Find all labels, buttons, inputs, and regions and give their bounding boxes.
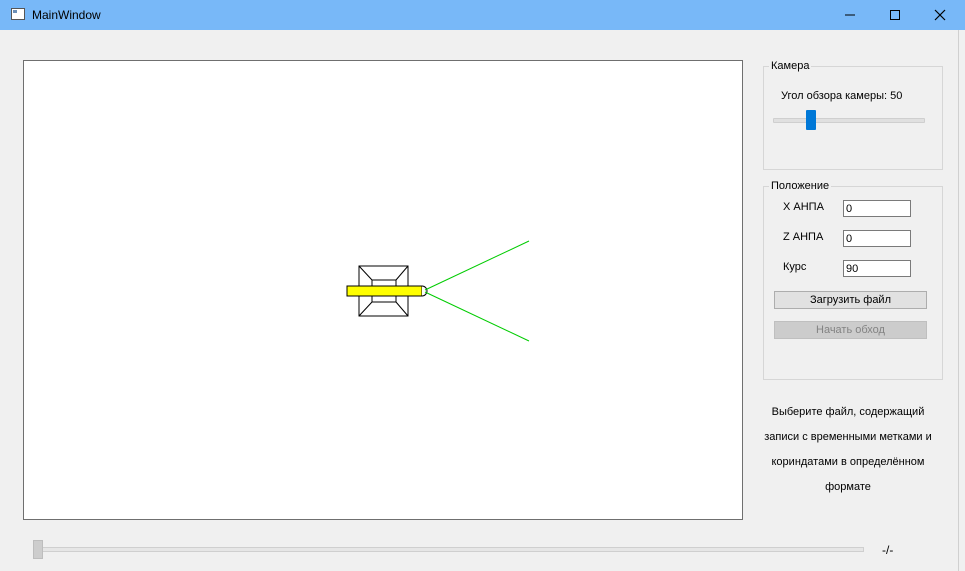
close-icon [934, 9, 946, 21]
fov-slider[interactable] [773, 118, 925, 123]
hint-line: Выберите файл, содержащий [771, 406, 925, 418]
course-label: Курс [783, 261, 807, 273]
z-input[interactable]: 0 [843, 230, 911, 247]
timeline-slider-handle[interactable] [33, 540, 43, 559]
maximize-icon [890, 10, 900, 20]
hint-line: записи с временными метками и [764, 431, 932, 443]
hint-line: кориндатами в определённом [771, 456, 925, 468]
x-input[interactable]: 0 [843, 200, 911, 217]
timeline-slider[interactable] [35, 547, 864, 552]
maximize-button[interactable] [872, 0, 918, 30]
fov-label: Угол обзора камеры: 50 [781, 90, 903, 102]
fov-slider-handle[interactable] [806, 110, 816, 130]
window-title: MainWindow [32, 8, 101, 22]
scene-drawing [346, 240, 530, 342]
position-group-title: Положение [769, 180, 832, 192]
timeline-label: -/- [882, 543, 894, 557]
course-input[interactable]: 90 [843, 260, 911, 277]
minimize-button[interactable] [827, 0, 873, 30]
vehicle-icon [346, 265, 428, 317]
scene-view[interactable] [23, 60, 743, 520]
start-traversal-button[interactable]: Начать обход [774, 321, 927, 339]
camera-view-rays [424, 240, 530, 342]
hint-line: формате [825, 481, 871, 493]
x-label: X АНПА [783, 201, 824, 213]
z-label: Z АНПА [783, 231, 824, 243]
minimize-icon [845, 14, 855, 16]
camera-group-title: Камера [769, 60, 812, 72]
window-border [958, 30, 959, 571]
hint-text: Выберите файл, содержащий записи с време… [758, 400, 938, 500]
title-bar: MainWindow [0, 0, 965, 30]
load-file-button[interactable]: Загрузить файл [774, 291, 927, 309]
app-icon [11, 8, 25, 20]
close-button[interactable] [917, 0, 963, 30]
